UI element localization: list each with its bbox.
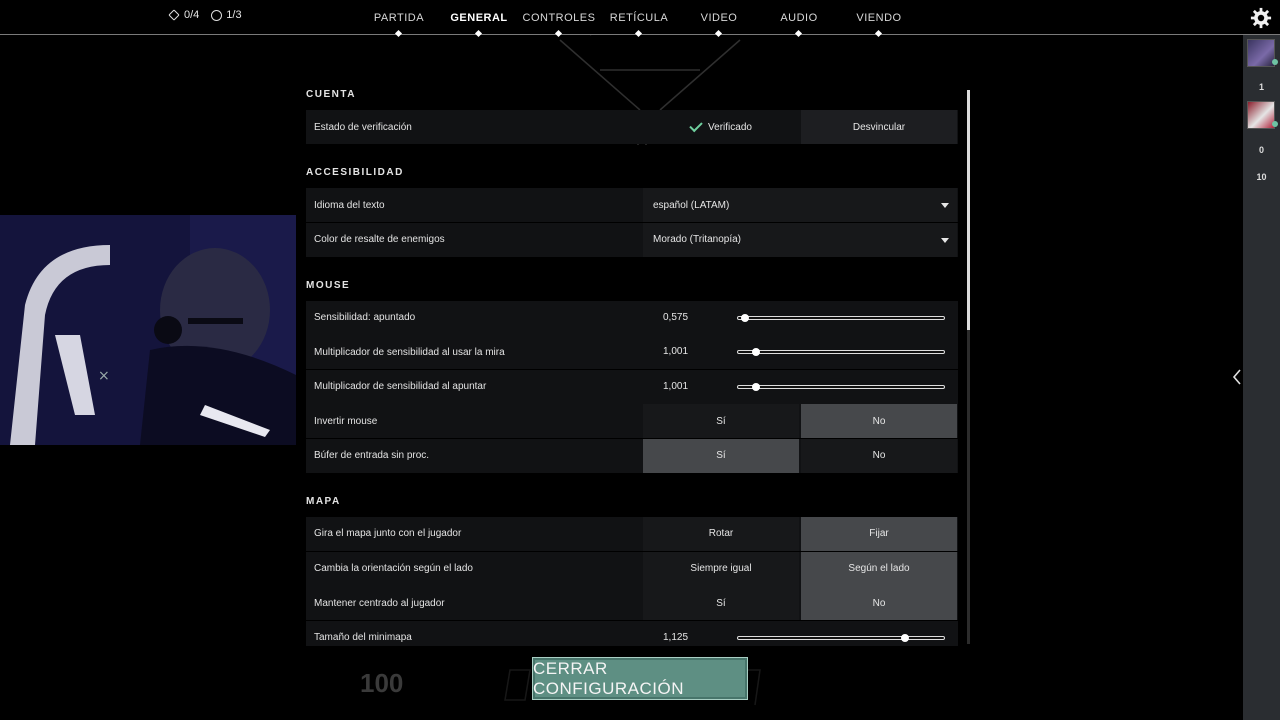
section-title: ACCESIBILIDAD <box>306 167 404 178</box>
player-rail: 1 0 10 <box>1243 35 1280 720</box>
center-no-button[interactable]: No <box>801 586 957 621</box>
status-dot <box>1272 121 1278 127</box>
setting-label: Invertir mouse <box>314 415 378 427</box>
invert-no-button[interactable]: No <box>801 404 957 439</box>
minimap-size-slider[interactable]: 1,125 <box>643 620 957 646</box>
check-icon <box>689 118 703 132</box>
tab-partida[interactable]: PARTIDA <box>359 0 439 35</box>
section-title: CUENTA <box>306 89 356 100</box>
map-fixed-button[interactable]: Fijar <box>801 516 957 551</box>
setting-label: Idioma del texto <box>314 199 385 211</box>
slider-thumb[interactable] <box>751 382 760 391</box>
caret-down-icon <box>941 237 949 243</box>
slider-value: 1,001 <box>663 346 689 358</box>
slider-value: 1,125 <box>663 631 689 643</box>
setting-row: Sensibilidad: apuntado 0,575 <box>306 300 958 335</box>
setting-label: Mantener centrado al jugador <box>314 597 445 609</box>
invert-yes-button[interactable]: Sí <box>643 404 799 439</box>
counter-plus: 1/3 <box>211 9 242 21</box>
avatar[interactable] <box>1247 39 1275 67</box>
dropdown-value: Morado (Tritanopía) <box>653 234 741 246</box>
setting-label: Estado de verificación <box>314 121 412 133</box>
setting-row: Idioma del texto español (LATAM) <box>306 188 958 222</box>
webcam-image: × <box>0 215 296 445</box>
slider-track[interactable] <box>737 350 945 355</box>
setting-label: Tamaño del minimapa <box>314 632 412 644</box>
setting-row: Cambia la orientación según el lado Siem… <box>306 551 958 586</box>
settings-panel: CUENTA Estado de verificación Verificado… <box>306 80 958 646</box>
tab-video[interactable]: VIDEO <box>679 0 759 35</box>
setting-row: Color de resalte de enemigos Morado (Tri… <box>306 222 958 257</box>
map-rotate-button[interactable]: Rotar <box>643 516 799 551</box>
status-text: Verificado <box>708 121 752 133</box>
scope-sensitivity-slider[interactable]: 1,001 <box>643 335 957 370</box>
setting-row: Mantener centrado al jugador Sí No <box>306 586 958 621</box>
setting-row: Multiplicador de sensibilidad al apuntar… <box>306 369 958 404</box>
counter-value: 0/4 <box>184 9 200 21</box>
enemy-color-dropdown[interactable]: Morado (Tritanopía) <box>643 222 957 257</box>
status-dot <box>1272 59 1278 65</box>
close-settings-button[interactable]: CERRAR CONFIGURACIÓN <box>532 657 748 700</box>
chevron-left-icon[interactable] <box>1231 368 1243 386</box>
setting-row: Búfer de entrada sin proc. Sí No <box>306 438 958 473</box>
webcam-overlay: × <box>0 215 296 445</box>
slider-value: 1,001 <box>663 380 689 392</box>
setting-label: Color de resalte de enemigos <box>314 234 445 246</box>
diamond-icon <box>168 9 180 21</box>
dropdown-value: español (LATAM) <box>653 199 730 211</box>
scrollbar-thumb[interactable] <box>967 90 970 330</box>
setting-row: Multiplicador de sensibilidad al usar la… <box>306 335 958 370</box>
avatar[interactable] <box>1247 101 1275 129</box>
counter-diamond: 0/4 <box>168 9 200 21</box>
slider-thumb[interactable] <box>751 348 760 357</box>
plus-circle-icon <box>211 9 223 21</box>
tab-audio[interactable]: AUDIO <box>759 0 839 35</box>
slider-track[interactable] <box>737 384 945 389</box>
setting-row: Estado de verificación Verificado Desvin… <box>306 110 958 144</box>
counter-value: 1/3 <box>226 9 242 21</box>
orientation-always-button[interactable]: Siempre igual <box>643 551 799 586</box>
verification-status: Verificado <box>643 110 799 144</box>
slider-thumb[interactable] <box>741 313 750 322</box>
caret-down-icon <box>941 203 949 208</box>
orientation-side-button[interactable]: Según el lado <box>801 551 957 586</box>
tab-controles[interactable]: CONTROLES <box>519 0 599 35</box>
svg-text:×: × <box>98 368 110 384</box>
setting-label: Gira el mapa junto con el jugador <box>314 528 462 540</box>
tab-reticula[interactable]: RETÍCULA <box>599 0 679 35</box>
slider-track[interactable] <box>737 635 945 640</box>
setting-label: Multiplicador de sensibilidad al apuntar <box>314 381 487 393</box>
tab-viendo[interactable]: VIENDO <box>839 0 919 35</box>
rail-count: 0 <box>1258 145 1264 155</box>
slider-thumb[interactable] <box>901 633 910 642</box>
gear-icon[interactable] <box>1250 7 1272 29</box>
raw-buffer-no-button[interactable]: No <box>801 438 957 473</box>
setting-row: Invertir mouse Sí No <box>306 404 958 439</box>
rail-count: 1 <box>1258 82 1264 92</box>
rail-count: 10 <box>1256 172 1267 182</box>
unlink-button[interactable]: Desvincular <box>801 110 957 144</box>
sensitivity-slider[interactable]: 0,575 <box>643 300 957 335</box>
section-title: MAPA <box>306 495 341 507</box>
section-title: MOUSE <box>306 279 351 291</box>
center-yes-button[interactable]: Sí <box>643 586 799 621</box>
setting-row: Gira el mapa junto con el jugador Rotar … <box>306 516 958 551</box>
setting-label: Sensibilidad: apuntado <box>314 312 416 324</box>
top-bar: 0/4 1/3 PARTIDA GENERAL CONTROLES RETÍCU… <box>0 0 1280 35</box>
aim-sensitivity-slider[interactable]: 1,001 <box>643 369 957 404</box>
slider-track[interactable] <box>737 315 945 320</box>
setting-row: Tamaño del minimapa 1,125 <box>306 620 958 646</box>
scrollbar[interactable] <box>967 90 970 644</box>
language-dropdown[interactable]: español (LATAM) <box>643 188 957 222</box>
setting-label: Multiplicador de sensibilidad al usar la… <box>314 346 505 358</box>
settings-tabs: PARTIDA GENERAL CONTROLES RETÍCULA VIDEO… <box>359 0 919 35</box>
raw-buffer-yes-button[interactable]: Sí <box>643 438 799 473</box>
slider-value: 0,575 <box>663 311 689 323</box>
setting-label: Cambia la orientación según el lado <box>314 563 473 575</box>
setting-label: Búfer de entrada sin proc. <box>314 450 430 462</box>
tab-general[interactable]: GENERAL <box>439 0 519 35</box>
counters: 0/4 1/3 <box>168 9 242 21</box>
